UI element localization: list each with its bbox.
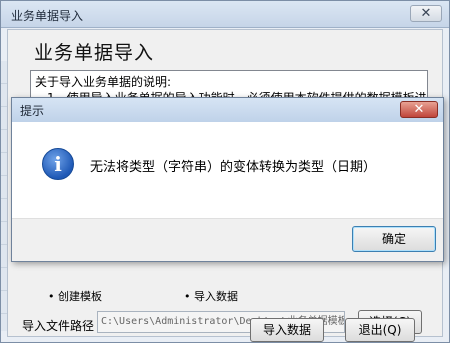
message-box-title: 提示 bbox=[20, 104, 45, 118]
message-box-close-button[interactable]: ✕ bbox=[400, 101, 438, 118]
ok-button[interactable]: 确定 bbox=[352, 226, 436, 252]
import-path-label: 导入文件路径 bbox=[22, 319, 95, 333]
window-title: 业务单据导入 bbox=[11, 9, 84, 23]
info-icon: i bbox=[42, 148, 74, 180]
message-box-footer: 确定 bbox=[12, 218, 443, 261]
window-titlebar[interactable]: 业务单据导入 ✕ bbox=[1, 1, 449, 28]
import-data-button[interactable]: 导入数据 bbox=[250, 318, 324, 342]
message-box-content: i 无法将类型（字符串）的变体转换为类型（日期） bbox=[12, 122, 443, 218]
description-title: 关于导入业务单据的说明: bbox=[35, 75, 172, 89]
exit-button[interactable]: 退出(Q) bbox=[345, 318, 415, 342]
step-import-data: • 导入数据 bbox=[184, 290, 238, 302]
page-title: 业务单据导入 bbox=[34, 42, 155, 64]
steps-list: • 创建模板 • 导入数据 bbox=[48, 288, 408, 302]
window-close-button[interactable]: ✕ bbox=[410, 5, 442, 22]
message-box: 提示 ✕ i 无法将类型（字符串）的变体转换为类型（日期） 确定 bbox=[11, 97, 444, 262]
step-create-template: • 创建模板 bbox=[48, 290, 102, 302]
message-box-titlebar[interactable]: 提示 ✕ bbox=[12, 98, 443, 122]
message-text: 无法将类型（字符串）的变体转换为类型（日期） bbox=[90, 160, 377, 175]
